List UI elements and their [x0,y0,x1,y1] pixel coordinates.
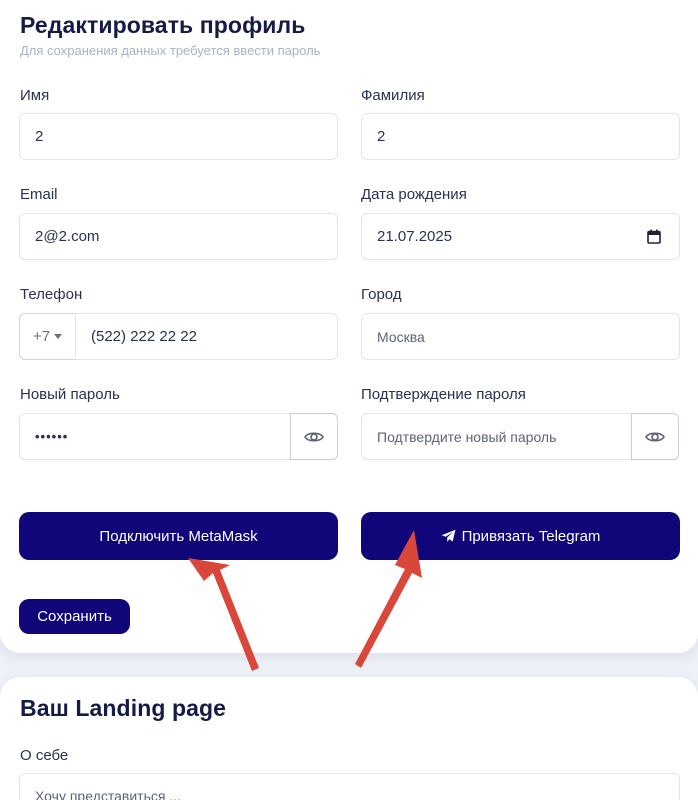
city-placeholder: Москва [377,328,425,345]
country-code-value: +7 [32,328,51,345]
phone-label: Телефон [20,286,83,303]
confirm-password-field[interactable]: Подтвердите новый пароль [361,413,632,460]
landing-title: Ваш Landing page [20,695,227,721]
new-password-value: •••••• [35,429,69,444]
birth-date-field[interactable]: 21.07.2025 [361,213,680,260]
email-label: Email [20,186,58,203]
connect-metamask-label: Подключить MetaMask [99,527,258,545]
last-name-label: Фамилия [361,87,425,104]
landing-page-card: Ваш Landing page О себе Хочу представить… [0,677,698,800]
show-password-button[interactable] [290,413,338,460]
page-subtitle: Для сохранения данных требуется ввести п… [20,43,321,58]
country-code-select[interactable]: +7 [19,313,76,360]
new-password-field[interactable]: •••••• [19,413,291,460]
link-telegram-label: Привязать Telegram [461,527,601,545]
email-field[interactable]: 2@2.com [19,213,338,260]
birth-date-value: 21.07.2025 [377,228,453,245]
first-name-value: 2 [35,128,44,145]
page-title: Редактировать профиль [20,12,306,38]
new-password-label: Новый пароль [20,386,120,403]
calendar-icon[interactable] [647,229,661,244]
confirm-password-placeholder: Подтвердите новый пароль [377,428,557,445]
eye-icon [304,431,324,442]
link-telegram-button[interactable]: Привязать Telegram [361,512,680,560]
first-name-label: Имя [20,87,50,104]
save-label: Сохранить [37,608,112,625]
telegram-plane-icon [441,529,456,542]
last-name-field[interactable]: 2 [361,113,680,160]
city-label: Город [361,286,402,303]
eye-icon [645,431,665,442]
city-field[interactable]: Москва [361,313,680,360]
about-textarea[interactable]: Хочу представиться ... [19,773,680,800]
last-name-value: 2 [377,128,386,145]
phone-field[interactable]: (522) 222 22 22 [75,313,338,360]
save-button[interactable]: Сохранить [19,599,130,634]
email-value: 2@2.com [35,228,100,245]
chevron-down-icon [54,334,63,339]
confirm-password-label: Подтверждение пароля [361,386,526,403]
phone-value: (522) 222 22 22 [91,328,197,345]
show-confirm-password-button[interactable] [631,413,679,460]
about-label: О себе [20,747,69,764]
first-name-field[interactable]: 2 [19,113,338,160]
about-placeholder: Хочу представиться ... [35,788,182,800]
connect-metamask-button[interactable]: Подключить MetaMask [19,512,338,560]
birth-date-label: Дата рождения [361,186,467,203]
